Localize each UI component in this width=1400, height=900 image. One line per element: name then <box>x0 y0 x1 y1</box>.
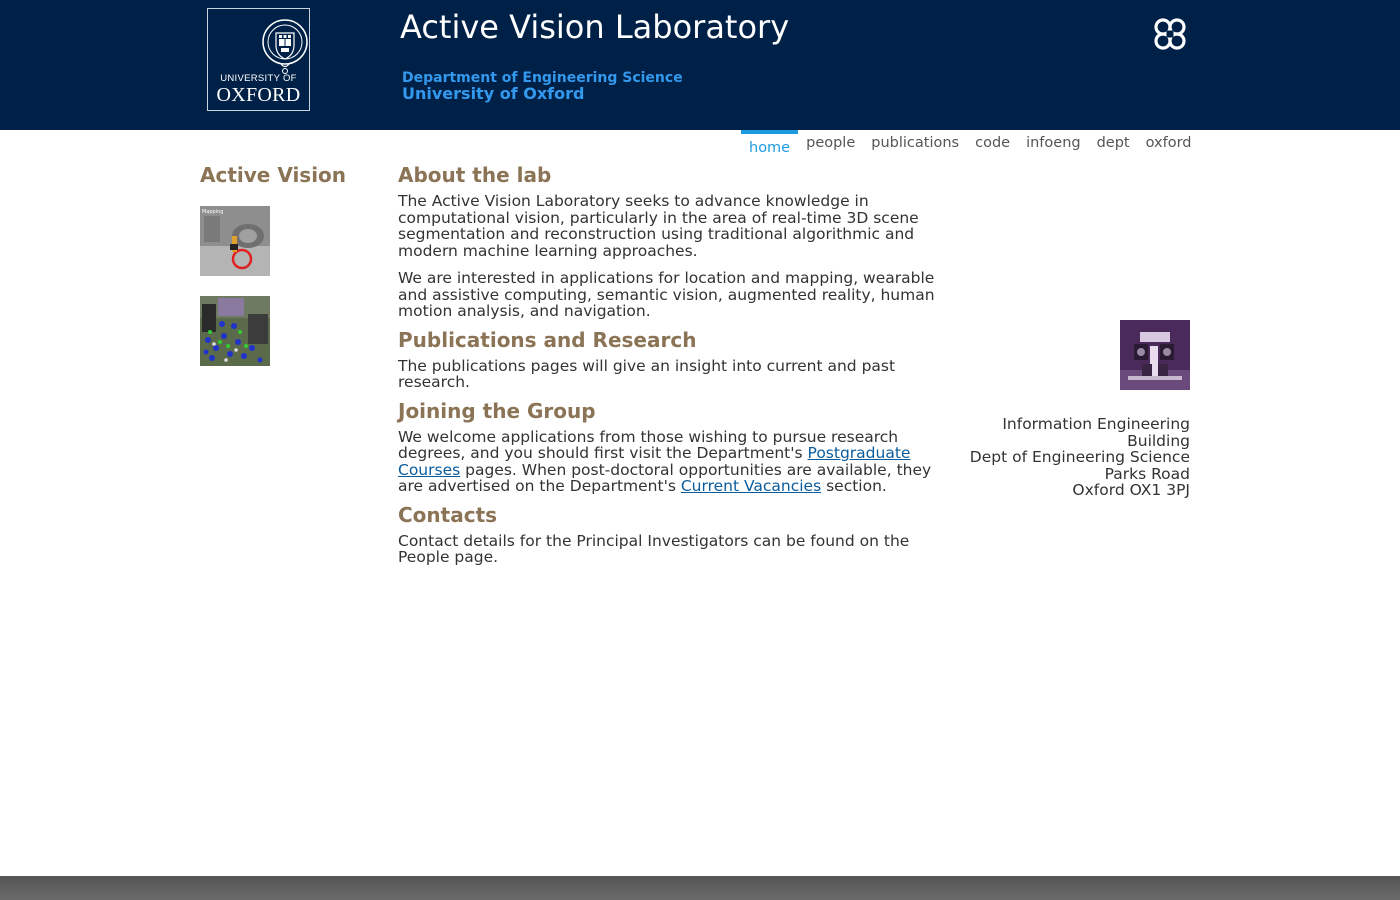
address-line-2: Dept of Engineering Science <box>969 448 1190 467</box>
thumbnail-caption: Mapping <box>202 209 223 215</box>
main-nav: home people publications code infoeng de… <box>741 130 1200 160</box>
nav-item-publications[interactable]: publications <box>863 130 967 160</box>
lab-address: Information Engineering Building Dept of… <box>950 416 1190 499</box>
publications-paragraph: The publications pages will give an insi… <box>398 356 896 391</box>
sidebar-title: Active Vision <box>200 163 347 187</box>
robot-photo <box>1120 320 1190 390</box>
site-header: UNIVERSITY OF OXFORD Active Vision Labor… <box>0 0 1400 130</box>
address-line-1: Information Engineering Building <box>1002 415 1190 450</box>
joining-text-3: section. <box>821 477 887 495</box>
logo-university-of: UNIVERSITY OF <box>220 73 297 84</box>
mapping-thumbnail[interactable]: Mapping <box>200 206 270 276</box>
oxford-crest-icon <box>262 19 308 74</box>
about-paragraph-2: We are interested in applications for lo… <box>398 269 935 320</box>
oxford-logo[interactable]: UNIVERSITY OF OXFORD <box>207 8 310 111</box>
joining-heading: Joining the Group <box>398 398 596 423</box>
nav-item-dept[interactable]: dept <box>1089 130 1138 160</box>
joining-paragraph: We welcome applications from those wishi… <box>398 428 948 495</box>
clover-knot-icon <box>1154 18 1186 50</box>
segmentation-thumbnail[interactable] <box>200 296 270 366</box>
main-content: About the lab The Active Vision Laborato… <box>398 163 948 577</box>
nav-item-people[interactable]: people <box>798 130 863 160</box>
address-line-3: Parks Road <box>1104 464 1190 483</box>
site-title[interactable]: Active Vision Laboratory <box>400 8 789 46</box>
contacts-paragraph: Contact details for the Principal Invest… <box>398 531 910 566</box>
contacts-heading: Contacts <box>398 502 498 527</box>
logo-oxford: OXFORD <box>216 84 301 106</box>
about-paragraph-1: The Active Vision Laboratory seeks to ad… <box>398 192 919 260</box>
nav-item-home[interactable]: home <box>741 130 799 160</box>
publications-heading: Publications and Research <box>398 327 697 352</box>
nav-item-oxford[interactable]: oxford <box>1138 130 1200 160</box>
address-line-4: Oxford OX1 3PJ <box>1072 481 1190 500</box>
about-heading: About the lab <box>398 163 552 187</box>
nav-item-infoeng[interactable]: infoeng <box>1018 130 1089 160</box>
current-vacancies-link[interactable]: Current Vacancies <box>681 477 821 495</box>
footer-bar <box>0 876 1400 900</box>
nav-item-code[interactable]: code <box>967 130 1018 160</box>
university-name: University of Oxford <box>402 84 585 103</box>
